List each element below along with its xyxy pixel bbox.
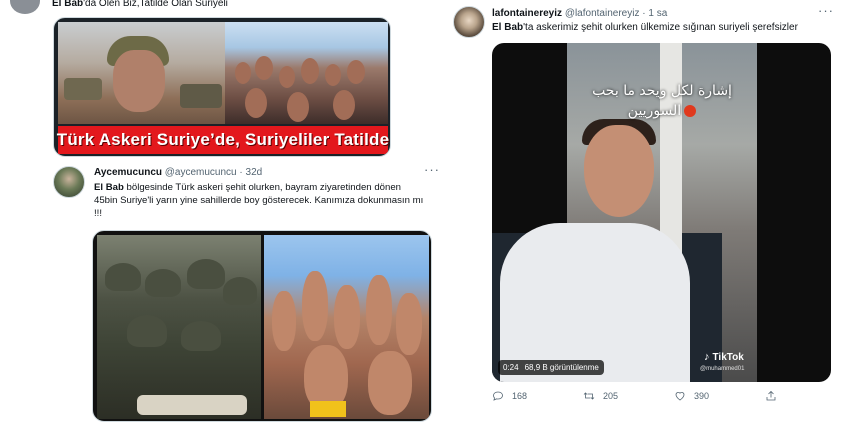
- mention-link[interactable]: El Bab: [492, 22, 523, 33]
- more-options-icon[interactable]: ···: [818, 3, 834, 18]
- retweet-button[interactable]: 205: [583, 390, 618, 402]
- beach-men-photo: [264, 235, 429, 419]
- angry-face-icon: [684, 105, 697, 117]
- retweet-count: 205: [603, 391, 619, 401]
- crowd-person: [245, 88, 267, 118]
- left-column: El Bab'da Ölen Biz,Tatilde Olan Suriyeli…: [0, 0, 450, 430]
- previous-tweet-mention[interactable]: El Bab: [52, 0, 83, 9]
- food-plates: [137, 395, 247, 415]
- retweet-icon: [583, 392, 595, 400]
- video-overlay-text-line2: السوريين: [567, 103, 757, 119]
- tweet-text-rest: bölgesinde Türk askeri şehit olurken, ba…: [94, 182, 424, 219]
- crowd-person: [301, 58, 319, 84]
- tweet-lafontainereyiz[interactable]: lafontainereyiz @lafontainereyiz · 1 sa …: [450, 0, 860, 430]
- video-views: 68,9 B görüntülenme: [524, 363, 599, 372]
- tank-shape: [64, 78, 102, 100]
- display-name[interactable]: lafontainereyiz: [492, 8, 562, 19]
- tiktok-username: @muhammed01: [700, 366, 745, 372]
- crowd-person: [279, 66, 295, 88]
- tweet-header: lafontainereyiz @lafontainereyiz · 1 sa: [492, 8, 667, 19]
- soldier-face: [113, 50, 165, 112]
- tweet-text-rest: 'ta askerimiz şehit olurken ülkemize sığ…: [523, 22, 798, 33]
- crowd-person: [325, 64, 341, 86]
- helmet: [187, 259, 225, 289]
- video-overlay-text-line2-text: السوريين: [627, 103, 682, 119]
- crowd-person: [287, 92, 309, 122]
- soldier-photo: [58, 22, 225, 124]
- tweet-media-collage[interactable]: [92, 230, 432, 422]
- reply-count: 168: [512, 391, 528, 401]
- soldiers-eating-photo: [97, 235, 261, 419]
- person: [302, 271, 328, 341]
- person: [272, 291, 296, 351]
- beach-crowd-photo: [225, 22, 388, 124]
- crowd-person: [333, 90, 355, 120]
- previous-tweet-body: 'da Ölen Biz,Tatilde Olan Suriyeli: [83, 0, 228, 9]
- display-name[interactable]: Aycemucuncu: [94, 167, 162, 178]
- person: [368, 351, 412, 415]
- tweet-text: El Bab bölgesinde Türk askeri şehit olur…: [94, 181, 424, 220]
- avatar[interactable]: [53, 166, 85, 198]
- separator: ·: [642, 8, 646, 19]
- yellow-shorts: [310, 401, 346, 417]
- helmet: [223, 277, 257, 305]
- handle[interactable]: @lafontainereyiz: [565, 8, 640, 19]
- tweet-header: Aycemucuncu @aycemucuncu · 32d: [94, 167, 262, 178]
- helmet: [105, 263, 141, 291]
- tiktok-icon: ♪: [704, 351, 710, 363]
- video-player[interactable]: إشارة لكل ويحد ما بحب السوريين ♪ TikTok …: [492, 43, 831, 382]
- helmet: [127, 315, 167, 347]
- reply-icon: [493, 391, 503, 401]
- more-options-icon[interactable]: ···: [424, 162, 440, 177]
- video-duration: 0:24: [503, 363, 519, 372]
- tank-shape: [180, 84, 222, 108]
- previous-tweet-avatar[interactable]: [10, 0, 40, 14]
- crowd-person: [255, 56, 273, 80]
- timestamp[interactable]: 32d: [246, 167, 263, 178]
- banner-caption: Türk Askeri Suriye’de, Suriyeliler Tatil…: [57, 126, 389, 154]
- reply-button[interactable]: 168: [492, 390, 527, 402]
- person: [396, 293, 422, 355]
- crowd-person: [235, 62, 251, 84]
- tiktok-watermark: ♪ TikTok: [704, 351, 744, 363]
- tweet-text: El Bab'ta askerimiz şehit olurken ülkemi…: [492, 22, 798, 33]
- helmet: [181, 321, 221, 351]
- timestamp[interactable]: 1 sa: [648, 8, 667, 19]
- separator: ·: [239, 167, 243, 178]
- like-button[interactable]: 390: [674, 390, 709, 402]
- person: [366, 275, 392, 345]
- helmet: [145, 269, 181, 297]
- share-icon: [766, 390, 776, 401]
- shirt-shape: [500, 223, 690, 382]
- avatar[interactable]: [453, 6, 485, 38]
- share-button[interactable]: [765, 390, 777, 402]
- handle[interactable]: @aycemucuncu: [165, 167, 237, 178]
- crowd-person: [347, 60, 365, 84]
- heart-icon: [675, 392, 685, 401]
- tweet-actions: 168 205 390: [492, 390, 792, 406]
- like-count: 390: [694, 391, 710, 401]
- tiktok-label: TikTok: [712, 351, 744, 363]
- video-stats-badge: 0:24 68,9 B görüntülenme: [498, 360, 604, 375]
- video-overlay-text-line1: إشارة لكل ويحد ما بحب: [592, 83, 732, 99]
- face-shape: [584, 125, 654, 217]
- banner-image[interactable]: Türk Askeri Suriye’de, Suriyeliler Tatil…: [53, 17, 391, 157]
- previous-tweet-text: El Bab'da Ölen Biz,Tatilde Olan Suriyeli: [52, 0, 228, 9]
- mention-link[interactable]: El Bab: [94, 182, 124, 193]
- person: [334, 285, 360, 349]
